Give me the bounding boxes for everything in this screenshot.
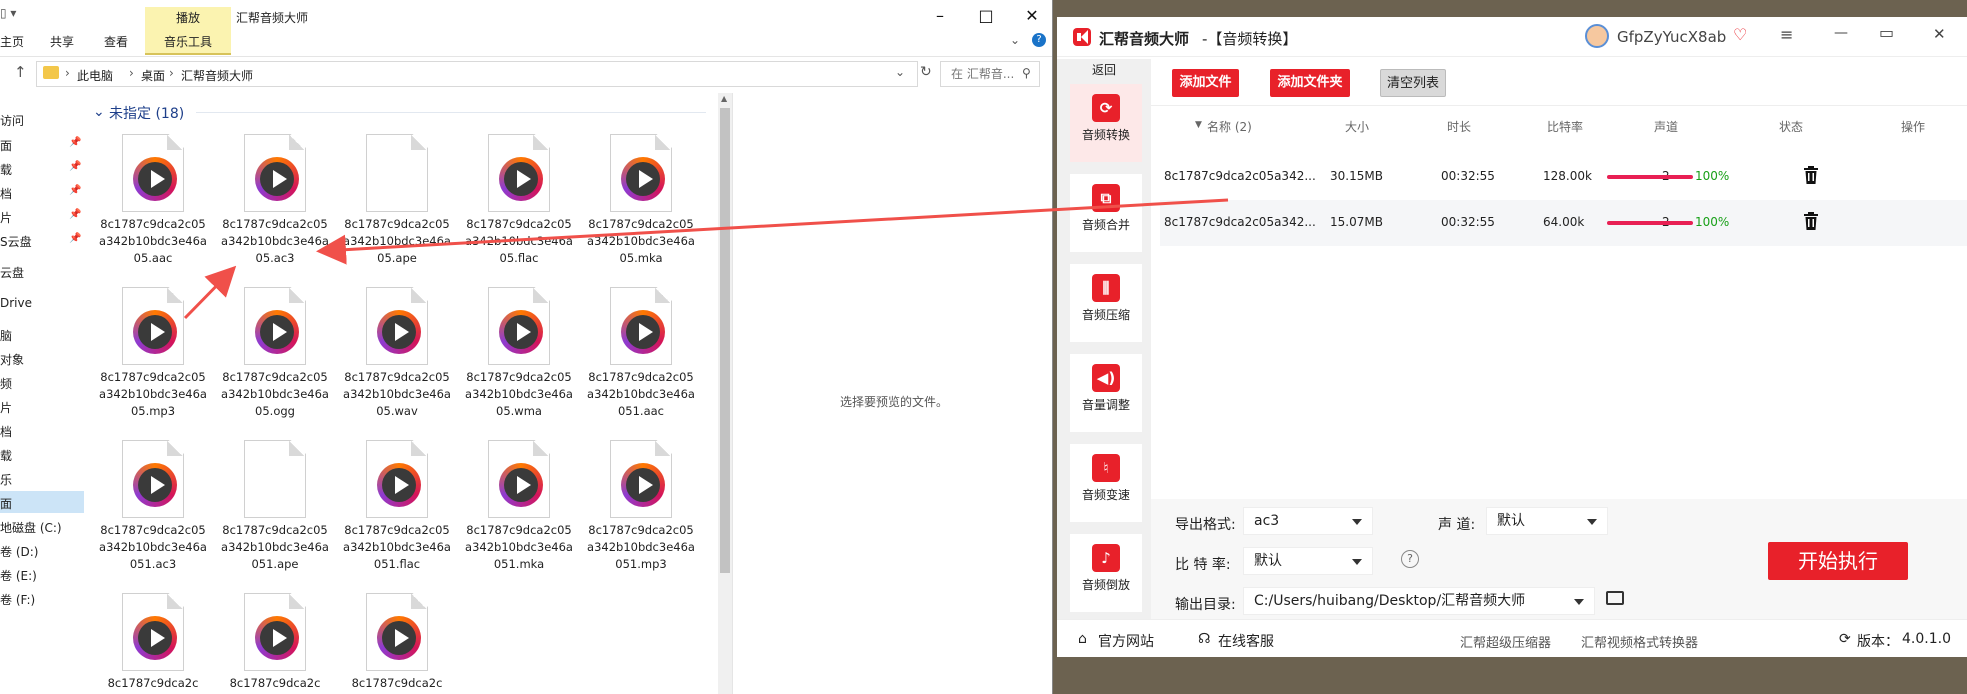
arrow-to-ac3-file — [183, 265, 237, 320]
arrow-to-ac3-file — [316, 198, 1229, 265]
annotation-arrows — [183, 198, 1229, 320]
